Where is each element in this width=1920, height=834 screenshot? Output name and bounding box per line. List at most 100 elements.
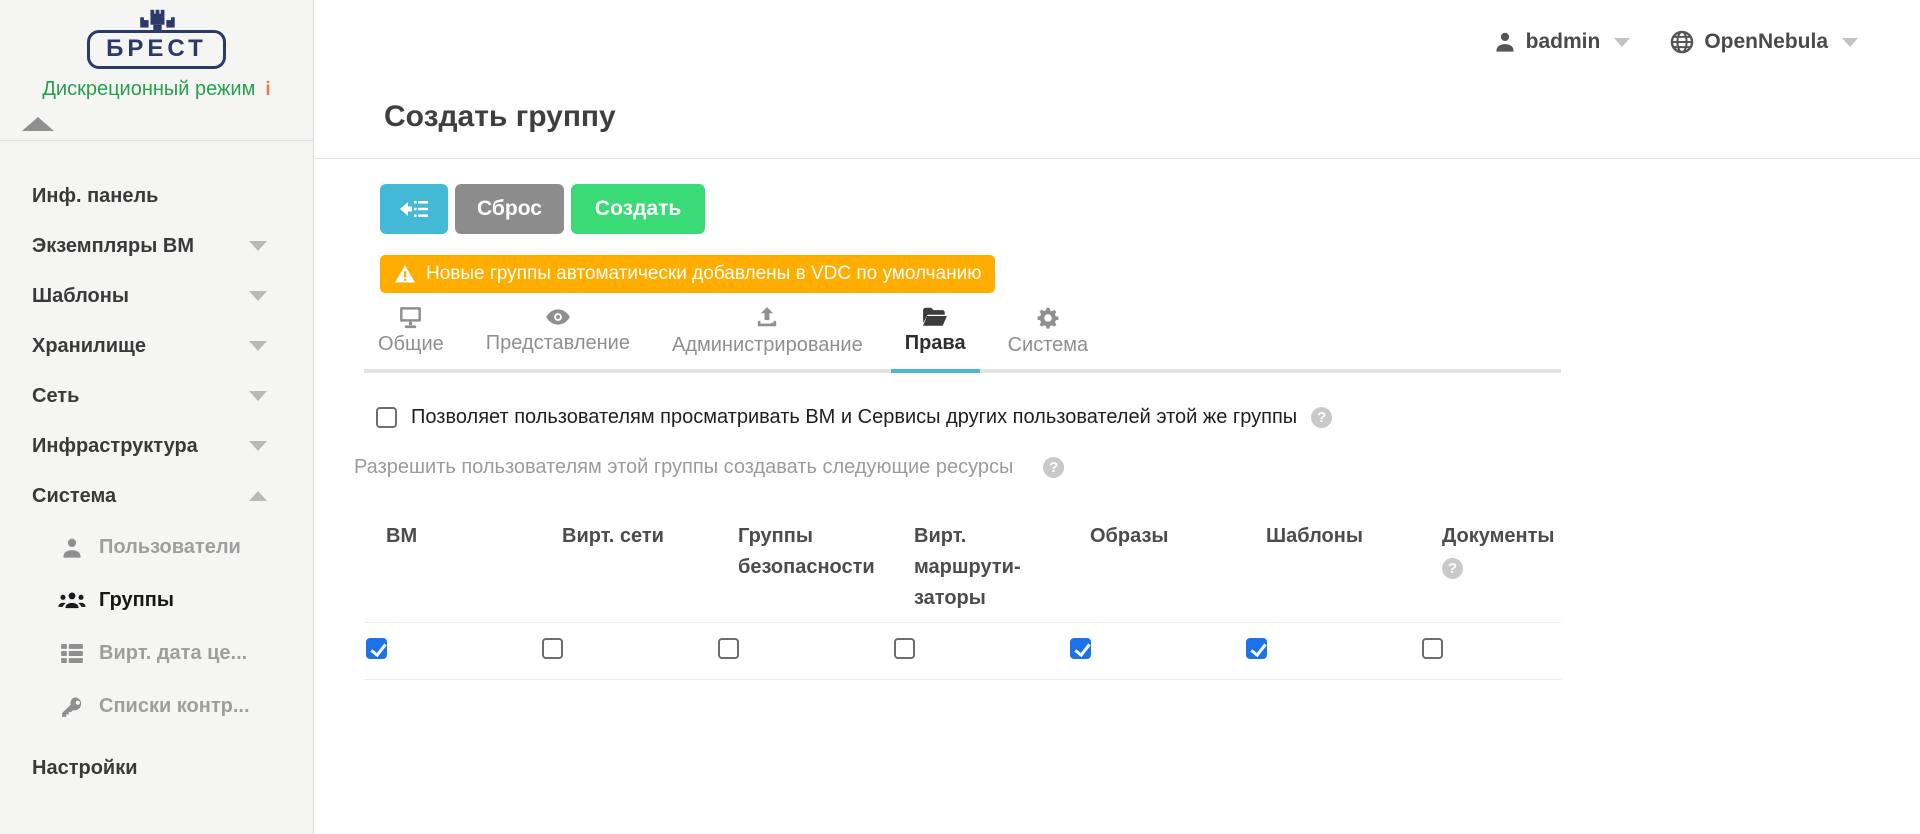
tab-label: Права xyxy=(905,332,966,355)
tab-bar: Общие Представление Администрирование Пр… xyxy=(364,306,1561,373)
sidebar-item-infrastructure[interactable]: Инфраструктура xyxy=(0,421,313,471)
zone-menu[interactable]: OpenNebula xyxy=(1670,30,1858,54)
back-to-list-button[interactable] xyxy=(380,184,448,234)
username: badmin xyxy=(1526,30,1601,54)
globe-icon xyxy=(1670,30,1694,54)
table-row xyxy=(364,623,1561,680)
warning-icon xyxy=(394,264,416,284)
sidebar-item-system[interactable]: Система xyxy=(0,471,313,521)
sidebar-item-network[interactable]: Сеть xyxy=(0,371,313,421)
view-others-row: Позволяет пользователям просматривать ВМ… xyxy=(376,406,1920,429)
info-icon[interactable]: i xyxy=(265,79,270,100)
tab-label: Представление xyxy=(486,332,630,355)
sidebar: БРЕСТ Дискреционный режим i Инф. панель Э… xyxy=(0,0,314,834)
tab-system[interactable]: Система xyxy=(994,306,1103,373)
mode-line: Дискреционный режим i xyxy=(0,78,313,101)
sidebar-item-label: Система xyxy=(32,485,116,508)
column-header-vnet: Вирт. сети xyxy=(562,525,664,547)
sidebar-subitem-label: Вирт. дата це... xyxy=(99,642,247,665)
chevron-down-icon[interactable] xyxy=(249,441,267,451)
vnet-checkbox[interactable] xyxy=(542,638,563,659)
vrouter-checkbox[interactable] xyxy=(894,638,915,659)
sidebar-item-settings[interactable]: Настройки xyxy=(0,757,313,780)
chevron-down-icon[interactable] xyxy=(249,391,267,401)
tab-label: Администрирование xyxy=(672,334,863,357)
sidebar-collapse-control[interactable] xyxy=(22,117,313,132)
sidebar-subitem-label: Группы xyxy=(99,589,174,612)
back-list-icon xyxy=(399,199,429,219)
sidebar-item-users[interactable]: Пользователи xyxy=(0,521,313,574)
template-checkbox[interactable] xyxy=(1246,638,1267,659)
monitor-icon xyxy=(398,306,423,329)
image-checkbox[interactable] xyxy=(1070,638,1091,659)
list-icon xyxy=(58,644,86,663)
sidebar-menu: Инф. панель Экземпляры ВМ Шаблоны Хранил… xyxy=(0,171,313,733)
sidebar-subitem-label: Списки контр... xyxy=(99,695,250,718)
chevron-down-icon[interactable] xyxy=(249,241,267,251)
chevron-up-icon[interactable] xyxy=(249,491,267,501)
vm-checkbox[interactable] xyxy=(366,638,387,659)
sidebar-item-virtual-data-centers[interactable]: Вирт. дата це... xyxy=(0,627,313,680)
sidebar-item-access-control-lists[interactable]: Списки контр... xyxy=(0,680,313,733)
sidebar-item-vm-instances[interactable]: Экземпляры ВМ xyxy=(0,221,313,271)
help-icon[interactable]: ? xyxy=(1311,407,1332,428)
triangle-up-icon xyxy=(22,117,54,131)
user-menu[interactable]: badmin xyxy=(1494,30,1631,54)
sidebar-divider xyxy=(0,140,313,141)
mode-label: Дискреционный режим xyxy=(42,78,255,100)
key-icon xyxy=(58,696,86,718)
sidebar-item-label: Экземпляры ВМ xyxy=(32,235,194,258)
create-button[interactable]: Создать xyxy=(571,184,705,234)
form-toolbar: Сброс Создать xyxy=(380,184,1920,234)
sidebar-item-label: Инфраструктура xyxy=(32,435,198,458)
warning-text: Новые группы автоматически добавлены в V… xyxy=(426,263,981,285)
document-checkbox[interactable] xyxy=(1422,638,1443,659)
sidebar-item-label: Шаблоны xyxy=(32,285,129,308)
brand-wordmark: БРЕСТ xyxy=(87,30,226,69)
tab-admin[interactable]: Администрирование xyxy=(658,306,877,373)
create-resources-note: Разрешить пользователям этой группы созд… xyxy=(354,456,1920,479)
app-root: БРЕСТ Дискреционный режим i Инф. панель Э… xyxy=(0,0,1920,834)
column-header-image: Образы xyxy=(1090,525,1169,547)
upload-icon xyxy=(755,306,779,330)
sidebar-item-storage[interactable]: Хранилище xyxy=(0,321,313,371)
help-icon[interactable]: ? xyxy=(1442,558,1463,579)
tab-label: Система xyxy=(1008,334,1089,357)
zone-name: OpenNebula xyxy=(1704,30,1828,54)
user-icon xyxy=(1494,31,1516,53)
sidebar-item-label: Хранилище xyxy=(32,335,146,358)
sidebar-item-dashboard[interactable]: Инф. панель xyxy=(0,171,313,221)
table-header-row: ВМ Вирт. сети Группы безопасности Вирт. … xyxy=(364,505,1561,623)
sidebar-item-groups[interactable]: Группы xyxy=(0,574,313,627)
create-group-form: Сброс Создать Новые группы автоматически… xyxy=(314,159,1920,680)
secgroup-checkbox[interactable] xyxy=(718,638,739,659)
sidebar-item-label: Сеть xyxy=(32,385,79,408)
column-header-vm: ВМ xyxy=(386,525,417,547)
account-bar: badmin OpenNebula xyxy=(1494,30,1858,54)
user-icon xyxy=(58,537,86,559)
sidebar-subitem-label: Пользователи xyxy=(99,536,241,559)
chevron-down-icon xyxy=(1614,38,1630,47)
chevron-down-icon[interactable] xyxy=(249,291,267,301)
brand-block: БРЕСТ Дискреционный режим i xyxy=(0,0,313,101)
sidebar-item-templates[interactable]: Шаблоны xyxy=(0,271,313,321)
column-header-template: Шаблоны xyxy=(1266,525,1363,547)
reset-button[interactable]: Сброс xyxy=(455,184,564,234)
tab-views[interactable]: Представление xyxy=(472,306,644,373)
topbar: Создать группу badmin OpenNebula xyxy=(314,0,1920,159)
page-title: Создать группу xyxy=(384,100,616,134)
folder-open-icon xyxy=(922,306,948,328)
gear-icon xyxy=(1036,306,1060,330)
main-area: Создать группу badmin OpenNebula xyxy=(314,0,1920,834)
tab-permissions[interactable]: Права xyxy=(891,306,980,373)
tabs-section: Общие Представление Администрирование Пр… xyxy=(364,306,1920,680)
chevron-down-icon[interactable] xyxy=(249,341,267,351)
column-header-secgroup: Группы безопасности xyxy=(738,525,875,578)
warning-banner: Новые группы автоматически добавлены в V… xyxy=(380,255,995,293)
tab-general[interactable]: Общие xyxy=(364,306,458,373)
help-icon[interactable]: ? xyxy=(1043,457,1064,478)
view-others-checkbox[interactable] xyxy=(376,407,397,428)
tab-label: Общие xyxy=(378,333,444,356)
eye-icon xyxy=(545,306,571,328)
sidebar-item-label: Настройки xyxy=(32,757,138,779)
